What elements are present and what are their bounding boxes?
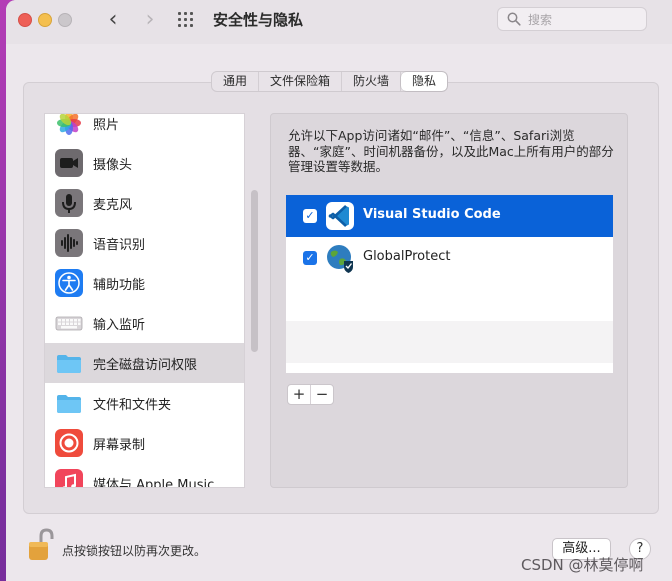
watermark: CSDN @林莫停啊 [521,556,644,574]
tab-firewall[interactable]: 防火墙 [342,72,402,91]
music-icon [55,469,83,487]
photos-icon [55,114,83,137]
sidebar-item-full-disk-access[interactable]: 完全磁盘访问权限 [45,343,244,383]
tab-general[interactable]: 通用 [212,72,260,91]
search-placeholder: 搜索 [528,13,553,27]
access-description: 允许以下App访问诸如“邮件”、“信息”、Safari浏览器、“家庭”、时间机器… [288,128,614,174]
sidebar-item-files-and-folders[interactable]: 文件和文件夹 [45,383,244,423]
empty-row [286,321,613,363]
sidebar-item-speech-recognition[interactable]: 语音识别 [45,223,244,263]
show-all-grid-icon[interactable] [178,12,196,30]
tab-privacy[interactable]: 隐私 [401,72,448,91]
globalprotect-icon [327,245,353,273]
accessibility-icon [55,269,83,297]
sidebar-item-label: 输入监听 [93,318,146,333]
app-name: GlobalProtect [363,249,451,264]
sidebar-item-label: 屏幕录制 [93,438,146,453]
camera-icon [55,149,83,177]
keyboard-icon [55,316,83,331]
add-button[interactable]: + [288,385,311,404]
privacy-category-list[interactable]: 照片 摄像头 麦克风 语音识别 辅助功能 输入监听 完全磁盘访问权限 文件和文件… [44,113,245,488]
checkbox-checked[interactable]: ✓ [303,209,317,223]
sidebar-item-label: 语音识别 [93,238,146,253]
window-title: 安全性与隐私 [213,11,304,29]
sidebar-item-media-apple-music[interactable]: 媒体与 Apple Music [45,463,244,488]
forward-chevron-icon[interactable]: › [139,8,161,32]
folder-icon [57,395,81,413]
search-input[interactable]: 搜索 [497,7,647,31]
tab-bar: 通用 文件保险箱 防火墙 隐私 [211,71,449,92]
app-row-vscode[interactable]: ✓ Visual Studio Code [286,195,613,237]
sidebar-item-camera[interactable]: 摄像头 [45,143,244,183]
back-chevron-icon[interactable]: ‹ [102,8,124,32]
remove-button[interactable]: − [311,385,333,404]
app-name: Visual Studio Code [363,207,501,222]
sidebar-item-label: 完全磁盘访问权限 [93,358,198,373]
folder-icon [57,355,81,373]
search-icon [507,12,521,26]
sidebar-item-label: 媒体与 Apple Music [93,478,215,488]
sidebar-item-screen-recording[interactable]: 屏幕录制 [45,423,244,463]
screen-recording-icon [55,429,83,457]
lock-hint-text: 点按锁按钮以防再次更改。 [62,544,207,558]
detail-pane: 允许以下App访问诸如“邮件”、“信息”、Safari浏览器、“家庭”、时间机器… [270,113,628,488]
sidebar-item-photos[interactable]: 照片 [45,114,244,143]
empty-row [286,279,613,321]
sidebar-item-label: 照片 [93,118,120,133]
speech-recognition-icon [55,229,83,257]
sidebar-item-accessibility[interactable]: 辅助功能 [45,263,244,303]
sidebar-item-label: 麦克风 [93,198,133,213]
sidebar-item-input-monitoring[interactable]: 输入监听 [45,303,244,343]
app-list[interactable]: ✓ Visual Studio Code ✓ GlobalProtect [286,195,613,373]
sidebar-item-label: 摄像头 [93,158,133,173]
add-remove-control: + − [287,384,334,405]
tab-filevault[interactable]: 文件保险箱 [259,72,343,91]
unlocked-padlock-icon[interactable] [26,528,54,562]
sidebar-item-microphone[interactable]: 麦克风 [45,183,244,223]
titlebar: ‹ › 安全性与隐私 搜索 [6,0,672,44]
sidebar-scrollbar[interactable] [251,190,258,352]
checkbox-checked[interactable]: ✓ [303,251,317,265]
minimize-window-button[interactable] [38,13,52,27]
close-window-button[interactable] [18,13,32,27]
sidebar-item-label: 文件和文件夹 [93,398,172,413]
sidebar-item-label: 辅助功能 [93,278,146,293]
microphone-icon [55,189,83,217]
system-preferences-window: ‹ › 安全性与隐私 搜索 通用 文件保险箱 防火墙 隐私 照片 摄像头 麦克风… [6,0,672,581]
vscode-icon [326,202,354,230]
app-row-globalprotect[interactable]: ✓ GlobalProtect [286,237,613,279]
zoom-window-button[interactable] [58,13,72,27]
